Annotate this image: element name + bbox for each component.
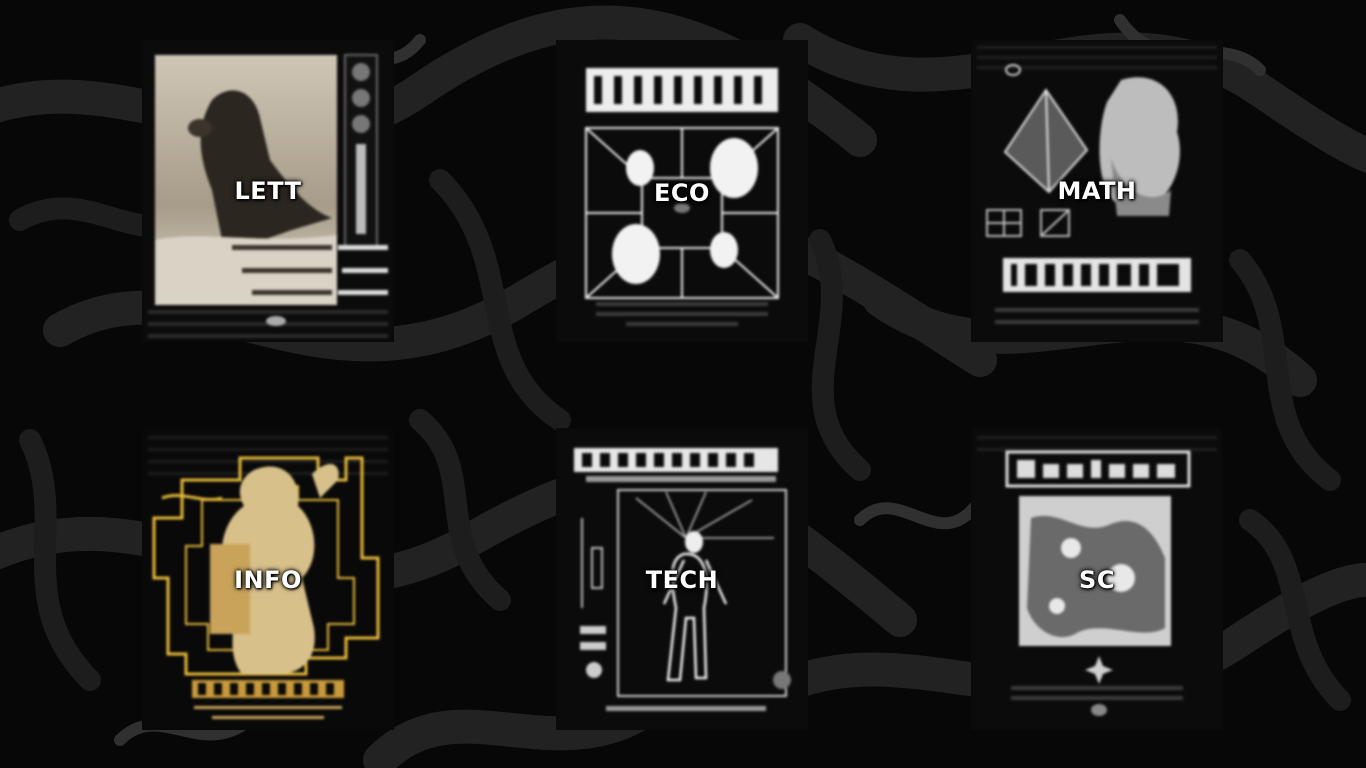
category-card-math[interactable]: MATH	[971, 40, 1223, 342]
category-card-eco[interactable]: ECO	[556, 40, 808, 342]
category-label: SC	[1079, 566, 1115, 594]
category-card-tech[interactable]: TECH	[556, 428, 808, 730]
category-card-info[interactable]: INFO	[142, 428, 394, 730]
category-label: LETT	[234, 177, 302, 205]
category-label: MATH	[1057, 177, 1137, 205]
category-card-lett[interactable]: LETT	[142, 40, 394, 342]
category-label: ECO	[654, 179, 710, 207]
category-label: INFO	[234, 566, 302, 594]
category-card-sc[interactable]: SC	[971, 428, 1223, 730]
category-label: TECH	[645, 566, 719, 594]
